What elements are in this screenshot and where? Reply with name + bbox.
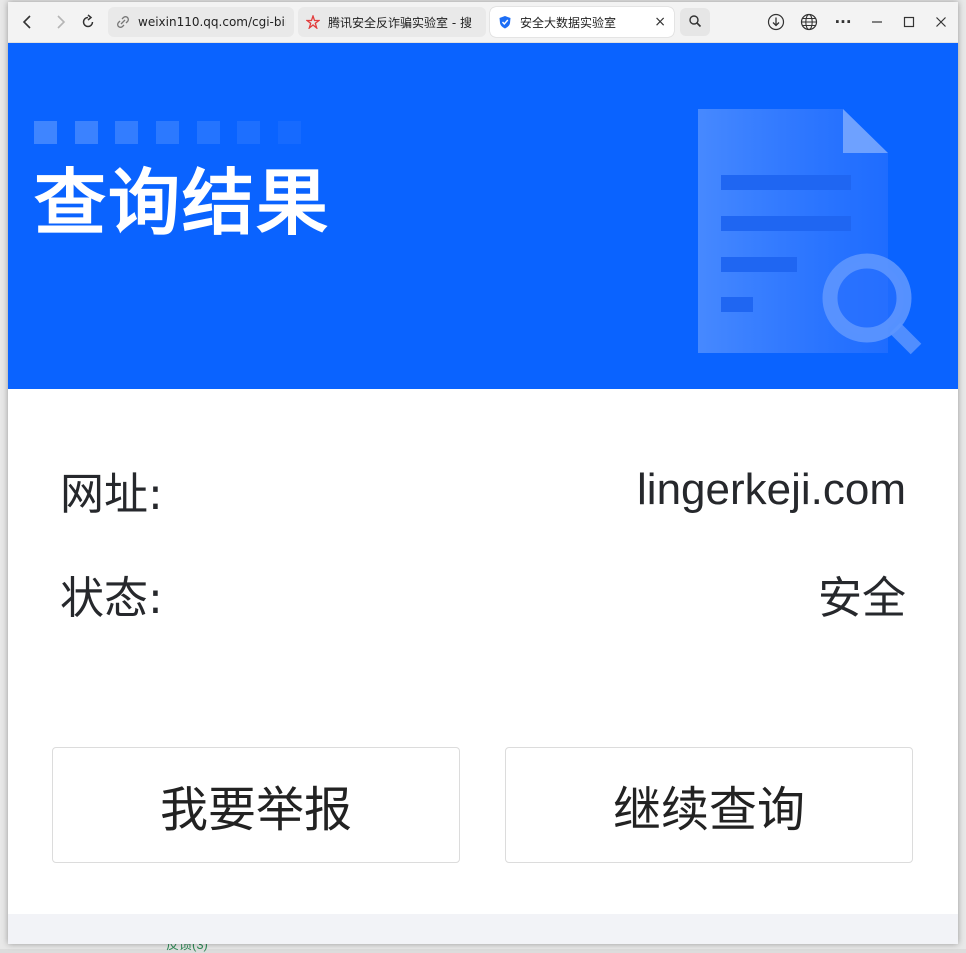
close-tab-icon[interactable]: × — [654, 14, 666, 30]
page-title: 查询结果 — [34, 161, 331, 245]
forward-icon[interactable] — [48, 10, 72, 34]
url-value: lingerkeji.com — [637, 465, 906, 514]
url-row: 网址: lingerkeji.com — [60, 460, 906, 520]
url-label: 网址: — [60, 469, 163, 520]
report-button[interactable]: 我要举报 — [52, 747, 460, 863]
shield-icon — [498, 15, 512, 29]
status-row: 状态: 安全 — [60, 564, 906, 624]
more-menu-icon[interactable]: ··· — [831, 10, 855, 34]
window-close-icon[interactable] — [929, 10, 953, 34]
sogou-icon — [306, 15, 320, 29]
tab-url[interactable]: weixin110.qq.com/cgi-bin/ — [108, 7, 294, 37]
browser-tab-bar: weixin110.qq.com/cgi-bin/ 腾讯安全反诈骗实验室 - 搜… — [8, 2, 958, 43]
hero-banner: 查询结果 — [8, 43, 958, 389]
tab-bigdata-lab[interactable]: 安全大数据实验室 × — [490, 7, 674, 37]
status-label: 状态: — [60, 573, 163, 624]
tab-url-label: weixin110.qq.com/cgi-bin/ — [138, 15, 286, 29]
tab-antifraud[interactable]: 腾讯安全反诈骗实验室 - 搜 — [298, 7, 486, 37]
download-icon[interactable] — [764, 10, 788, 34]
maximize-icon[interactable] — [897, 10, 921, 34]
tab-search-button[interactable] — [680, 8, 710, 36]
back-icon[interactable] — [16, 10, 40, 34]
status-value: 安全 — [818, 573, 906, 624]
continue-query-button[interactable]: 继续查询 — [505, 747, 913, 863]
search-icon — [688, 13, 702, 32]
minimize-icon[interactable] — [865, 10, 889, 34]
reload-icon[interactable] — [76, 10, 100, 34]
tab-bigdata-lab-label: 安全大数据实验室 — [520, 15, 617, 30]
link-icon — [116, 15, 130, 29]
tab-antifraud-label: 腾讯安全反诈骗实验室 - 搜 — [328, 15, 472, 30]
browser-window: weixin110.qq.com/cgi-bin/ 腾讯安全反诈骗实验室 - 搜… — [8, 2, 958, 944]
document-search-icon — [688, 103, 938, 367]
translate-globe-icon[interactable] — [797, 10, 821, 34]
footer-strip — [8, 914, 958, 944]
